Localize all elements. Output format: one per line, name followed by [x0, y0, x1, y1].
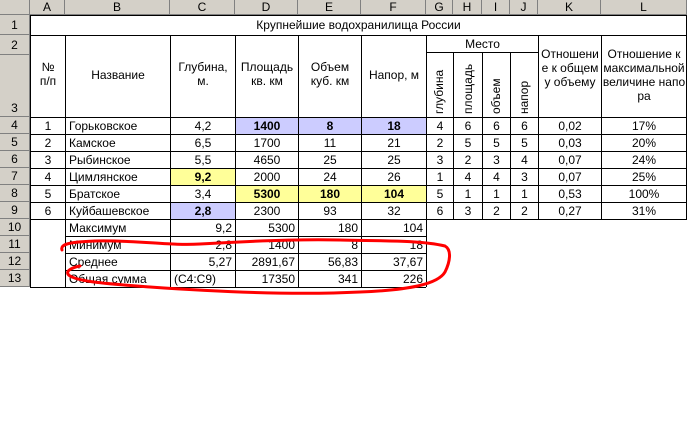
red-annotation-ellipse	[60, 238, 451, 295]
spreadsheet[interactable]: A B C D E F G H I J K L 1 2 3 4 5 6 7 8 …	[0, 0, 687, 432]
